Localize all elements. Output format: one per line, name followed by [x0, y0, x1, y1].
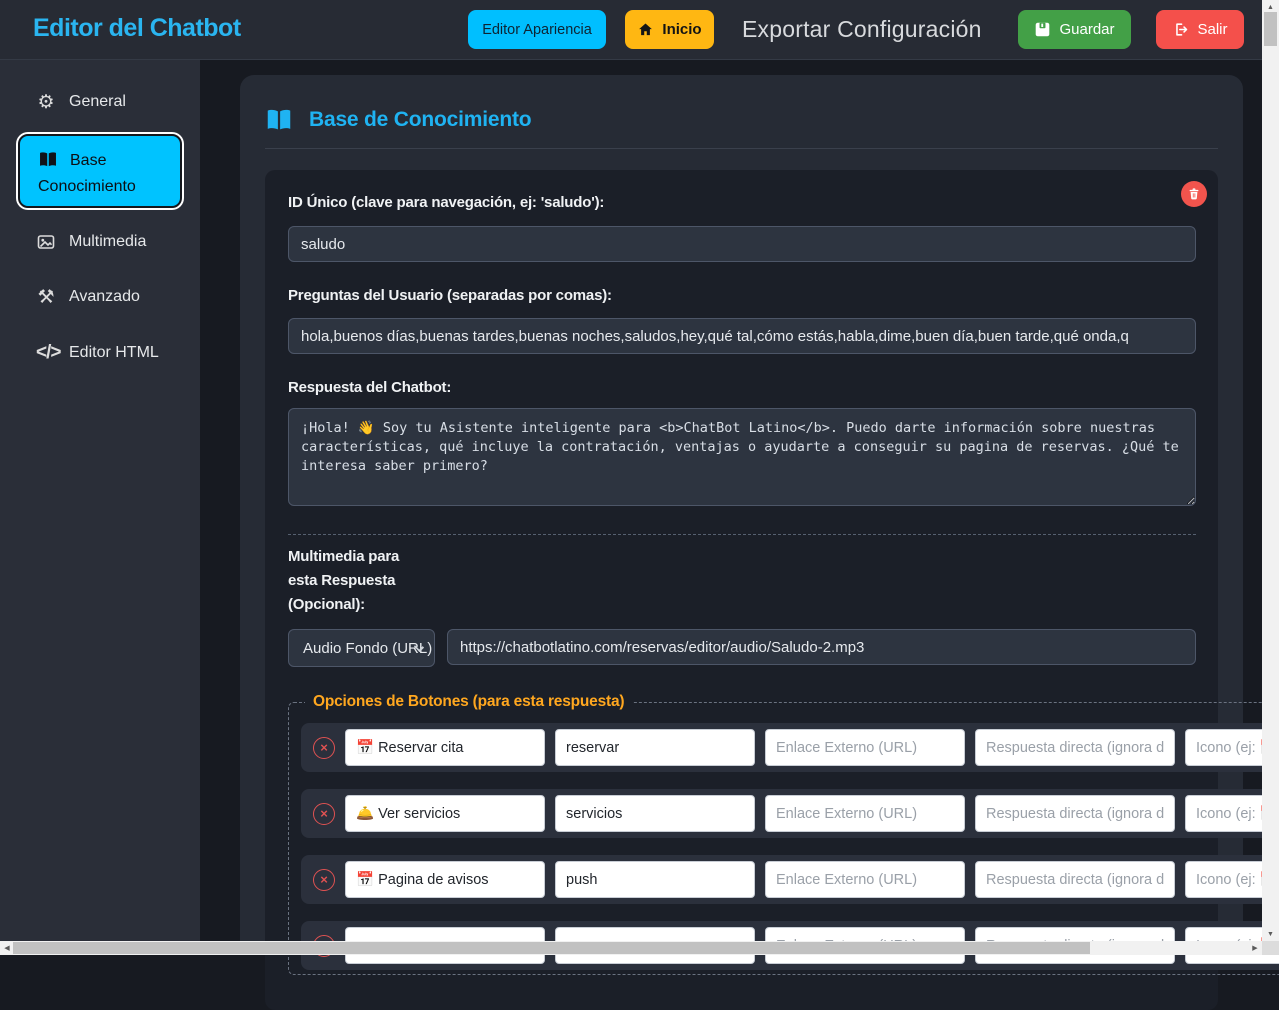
close-icon: × — [320, 873, 328, 886]
button-key-input[interactable] — [555, 861, 755, 898]
guardar-label: Guardar — [1059, 21, 1114, 38]
page-heading: Base de Conocimiento — [265, 108, 531, 132]
multimedia-type-selected-value: Audio Fondo (URL) — [303, 640, 432, 657]
close-icon: × — [320, 807, 328, 820]
questions-input[interactable] — [288, 318, 1196, 354]
button-options-legend: Opciones de Botones (para esta respuesta… — [305, 693, 632, 711]
save-icon — [1034, 21, 1051, 38]
editor-apariencia-label: Editor Apariencia — [482, 22, 592, 38]
gear-icon: ⚙ — [36, 91, 56, 114]
sidebar-item-editor-html[interactable]: </> Editor HTML — [18, 337, 182, 369]
remove-button-option[interactable]: × — [313, 803, 335, 825]
main-panel: Base de Conocimiento ID Único (clave par… — [240, 75, 1243, 955]
book-open-icon — [38, 151, 58, 168]
heading-divider — [265, 148, 1218, 149]
id-input[interactable] — [288, 226, 1196, 262]
app-header: Editor del Chatbot Editor Apariencia Ini… — [0, 0, 1262, 60]
scroll-down-icon[interactable]: ▼ — [1262, 927, 1279, 941]
remove-button-option[interactable]: × — [313, 737, 335, 759]
sidebar-item-label: Avanzado — [69, 288, 140, 306]
questions-label: Preguntas del Usuario (separadas por com… — [288, 287, 612, 304]
sidebar-item-multimedia[interactable]: Multimedia — [18, 226, 182, 258]
id-label: ID Único (clave para navegación, ej: 'sa… — [288, 194, 604, 211]
editor-apariencia-button[interactable]: Editor Apariencia — [468, 10, 606, 49]
horizontal-scrollbar[interactable]: ◀ ▶ — [0, 941, 1262, 955]
multimedia-label: Multimedia para esta Respuesta (Opcional… — [288, 545, 418, 617]
salir-button[interactable]: Salir — [1156, 10, 1244, 49]
close-icon: × — [320, 741, 328, 754]
vertical-scrollbar-thumb[interactable] — [1264, 12, 1277, 46]
button-options-fieldset: Opciones de Botones (para esta respuesta… — [288, 693, 1279, 975]
button-label-input[interactable] — [345, 795, 545, 832]
response-label: Respuesta del Chatbot: — [288, 379, 451, 396]
button-key-input[interactable] — [555, 795, 755, 832]
inicio-label: Inicio — [662, 21, 701, 38]
button-option-row: × — [301, 723, 1279, 772]
button-direct-response-input[interactable] — [975, 729, 1175, 766]
sidebar-item-general[interactable]: ⚙ General — [18, 86, 182, 118]
tools-icon: ⚒ — [36, 286, 56, 309]
button-url-input[interactable] — [765, 795, 965, 832]
guardar-button[interactable]: Guardar — [1018, 10, 1131, 49]
response-textarea[interactable]: ¡Hola! 👋 Soy tu Asistente inteligente pa… — [288, 408, 1196, 506]
page-title: Base de Conocimiento — [309, 108, 531, 132]
delete-entry-button[interactable] — [1181, 181, 1207, 207]
book-open-icon — [265, 108, 293, 132]
scrollbar-corner — [1262, 941, 1279, 955]
button-direct-response-input[interactable] — [975, 795, 1175, 832]
remove-button-option[interactable]: × — [313, 869, 335, 891]
horizontal-scrollbar-thumb[interactable] — [13, 942, 1090, 954]
export-configuration-title: Exportar Configuración — [742, 16, 982, 43]
scroll-left-icon[interactable]: ◀ — [0, 941, 14, 955]
button-url-input[interactable] — [765, 861, 965, 898]
salir-label: Salir — [1197, 21, 1227, 38]
button-label-input[interactable] — [345, 861, 545, 898]
inicio-button[interactable]: Inicio — [625, 10, 714, 49]
button-url-input[interactable] — [765, 729, 965, 766]
button-option-row: × — [301, 789, 1279, 838]
section-divider — [288, 534, 1196, 535]
sidebar-item-label: Multimedia — [69, 233, 146, 251]
home-icon — [637, 21, 654, 38]
multimedia-type-select[interactable]: Audio Fondo (URL) — [288, 629, 435, 667]
button-option-row: × — [301, 855, 1279, 904]
sidebar-item-base-conocimiento[interactable]: Base Conocimiento — [18, 134, 182, 208]
button-key-input[interactable] — [555, 729, 755, 766]
vertical-scrollbar[interactable]: ▲ ▼ — [1262, 0, 1279, 941]
code-icon: </> — [36, 342, 56, 364]
scroll-right-icon[interactable]: ▶ — [1248, 941, 1262, 955]
button-direct-response-input[interactable] — [975, 861, 1175, 898]
sidebar-item-avanzado[interactable]: ⚒ Avanzado — [18, 281, 182, 313]
button-label-input[interactable] — [345, 729, 545, 766]
knowledge-entry-card: ID Único (clave para navegación, ej: 'sa… — [265, 170, 1218, 1010]
images-icon — [36, 232, 56, 252]
multimedia-url-input[interactable] — [447, 629, 1196, 665]
app-title: Editor del Chatbot — [33, 14, 241, 43]
trash-icon — [1187, 187, 1201, 201]
logout-icon — [1172, 21, 1189, 38]
sidebar-item-label: Editor HTML — [69, 344, 159, 362]
sidebar-item-label: General — [69, 93, 126, 111]
sidebar: ⚙ General Base Conocimiento Multimedia ⚒… — [0, 60, 200, 941]
